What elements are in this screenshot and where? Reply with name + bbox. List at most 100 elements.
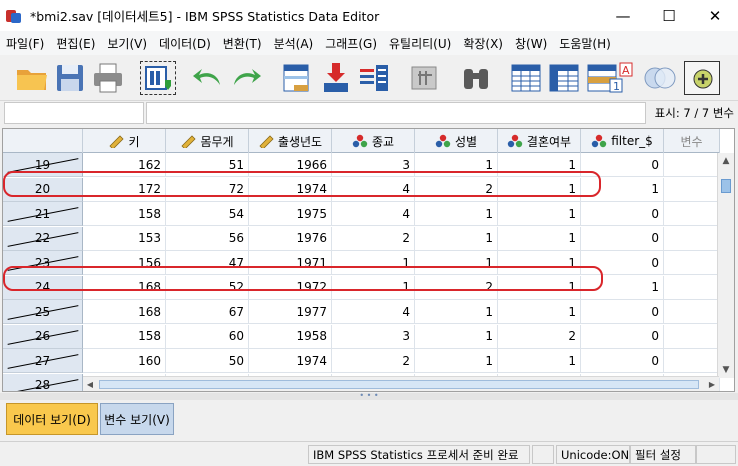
data-cell[interactable]: 1	[332, 275, 415, 300]
insert-variable-icon[interactable]	[546, 61, 582, 95]
goto-case-icon[interactable]	[278, 61, 314, 95]
data-cell[interactable]: 1974	[249, 349, 332, 373]
data-cell[interactable]: 1	[581, 177, 664, 202]
data-cell[interactable]: 1	[332, 251, 415, 275]
data-cell[interactable]: 1	[415, 349, 498, 373]
row-number[interactable]: 28	[3, 373, 83, 391]
data-cell[interactable]: 1	[498, 153, 581, 177]
column-header[interactable]: 종교	[332, 129, 415, 153]
data-cell[interactable]: 0	[581, 349, 664, 373]
data-cell[interactable]: 2	[415, 275, 498, 300]
data-cell[interactable]: 1	[415, 226, 498, 251]
data-cell[interactable]: 2	[332, 226, 415, 251]
data-cell[interactable]: 1958	[249, 324, 332, 349]
data-cell[interactable]: 50	[166, 349, 249, 373]
data-cell[interactable]: 1	[498, 251, 581, 275]
data-cell[interactable]: 0	[581, 251, 664, 275]
close-button[interactable]: ✕	[692, 0, 738, 31]
row-number[interactable]: 19	[3, 153, 83, 177]
insert-cases-icon[interactable]	[508, 61, 544, 95]
scroll-left-icon[interactable]: ◀	[83, 377, 97, 391]
data-cell[interactable]: 160	[83, 349, 166, 373]
cell-reference-field[interactable]	[4, 102, 144, 124]
scroll-down-icon[interactable]: ▼	[718, 362, 734, 378]
data-cell[interactable]: 1972	[249, 275, 332, 300]
data-cell[interactable]: 0	[581, 300, 664, 324]
empty-cell[interactable]	[664, 226, 720, 251]
menu-utilities[interactable]: 유틸리티(U)	[383, 31, 457, 55]
horizontal-scroll-thumb[interactable]	[99, 380, 699, 389]
data-cell[interactable]: 4	[332, 177, 415, 202]
menu-window[interactable]: 창(W)	[509, 31, 553, 55]
data-cell[interactable]: 54	[166, 202, 249, 226]
redo-icon[interactable]	[228, 61, 264, 95]
empty-cell[interactable]	[664, 349, 720, 373]
data-cell[interactable]: 4	[332, 202, 415, 226]
column-header[interactable]: 변수	[664, 129, 720, 153]
spss-app-icon[interactable]	[6, 8, 22, 24]
row-number[interactable]: 25	[3, 300, 83, 324]
data-cell[interactable]: 172	[83, 177, 166, 202]
data-cell[interactable]: 162	[83, 153, 166, 177]
column-header[interactable]: 키	[83, 129, 166, 153]
dialog-recall-icon[interactable]	[140, 61, 176, 95]
table-row[interactable]: 27 160 50 1974 2 1 1 0	[3, 349, 720, 373]
undo-icon[interactable]	[190, 61, 226, 95]
tab-data-view[interactable]: 데이터 보기(D)	[6, 403, 98, 435]
cell-value-editor[interactable]	[146, 102, 646, 124]
data-cell[interactable]: 1966	[249, 153, 332, 177]
menu-graphs[interactable]: 그래프(G)	[319, 31, 383, 55]
data-cell[interactable]: 1977	[249, 300, 332, 324]
data-cell[interactable]: 2	[498, 324, 581, 349]
empty-cell[interactable]	[664, 153, 720, 177]
data-cell[interactable]: 1	[498, 202, 581, 226]
menu-edit[interactable]: 편집(E)	[50, 31, 101, 55]
table-row[interactable]: 22 153 56 1976 2 1 1 0	[3, 226, 720, 251]
pane-splitter[interactable]: • • •	[0, 392, 738, 400]
column-header[interactable]: 성별	[415, 129, 498, 153]
scroll-up-icon[interactable]: ▲	[718, 153, 734, 169]
spell-check-icon[interactable]	[684, 61, 720, 95]
binoculars-icon[interactable]	[458, 61, 494, 95]
data-cell[interactable]: 1	[498, 300, 581, 324]
scroll-right-icon[interactable]: ▶	[705, 377, 719, 391]
empty-cell[interactable]	[664, 275, 720, 300]
menu-file[interactable]: 파일(F)	[0, 31, 50, 55]
data-cell[interactable]: 1	[581, 275, 664, 300]
row-number[interactable]: 21	[3, 202, 83, 226]
menu-help[interactable]: 도움말(H)	[553, 31, 617, 55]
column-header[interactable]: 결혼여부	[498, 129, 581, 153]
empty-cell[interactable]	[664, 251, 720, 275]
data-cell[interactable]: 2	[332, 349, 415, 373]
table-row[interactable]: 19 162 51 1966 3 1 1 0	[3, 153, 720, 177]
data-cell[interactable]: 1	[415, 324, 498, 349]
vertical-scroll-thumb[interactable]	[721, 179, 731, 193]
print-icon[interactable]	[90, 61, 126, 95]
table-row[interactable]: 23 156 47 1971 1 1 1 0	[3, 251, 720, 275]
data-cell[interactable]: 4	[332, 300, 415, 324]
data-cell[interactable]: 1976	[249, 226, 332, 251]
data-cell[interactable]: 168	[83, 275, 166, 300]
row-number[interactable]: 27	[3, 349, 83, 373]
vertical-scrollbar[interactable]: ▲ ▼	[717, 153, 734, 378]
data-cell[interactable]: 67	[166, 300, 249, 324]
grid-corner[interactable]	[3, 129, 83, 153]
column-header[interactable]: filter_$	[581, 129, 664, 153]
data-cell[interactable]: 2	[415, 177, 498, 202]
menu-transform[interactable]: 변환(T)	[217, 31, 268, 55]
horizontal-scrollbar[interactable]: ◀ ▶	[83, 376, 719, 391]
data-cell[interactable]: 0	[581, 153, 664, 177]
data-cell[interactable]: 158	[83, 202, 166, 226]
find-icon[interactable]	[406, 61, 442, 95]
row-number[interactable]: 20	[3, 177, 83, 202]
data-cell[interactable]: 156	[83, 251, 166, 275]
table-row[interactable]: 20 172 72 1974 4 2 1 1	[3, 177, 720, 202]
data-cell[interactable]: 0	[581, 202, 664, 226]
data-cell[interactable]: 153	[83, 226, 166, 251]
table-row[interactable]: 26 158 60 1958 3 1 2 0	[3, 324, 720, 349]
save-icon[interactable]	[52, 61, 88, 95]
empty-cell[interactable]	[664, 177, 720, 202]
menu-view[interactable]: 보기(V)	[101, 31, 153, 55]
goto-variable-icon[interactable]	[318, 61, 354, 95]
data-cell[interactable]: 47	[166, 251, 249, 275]
